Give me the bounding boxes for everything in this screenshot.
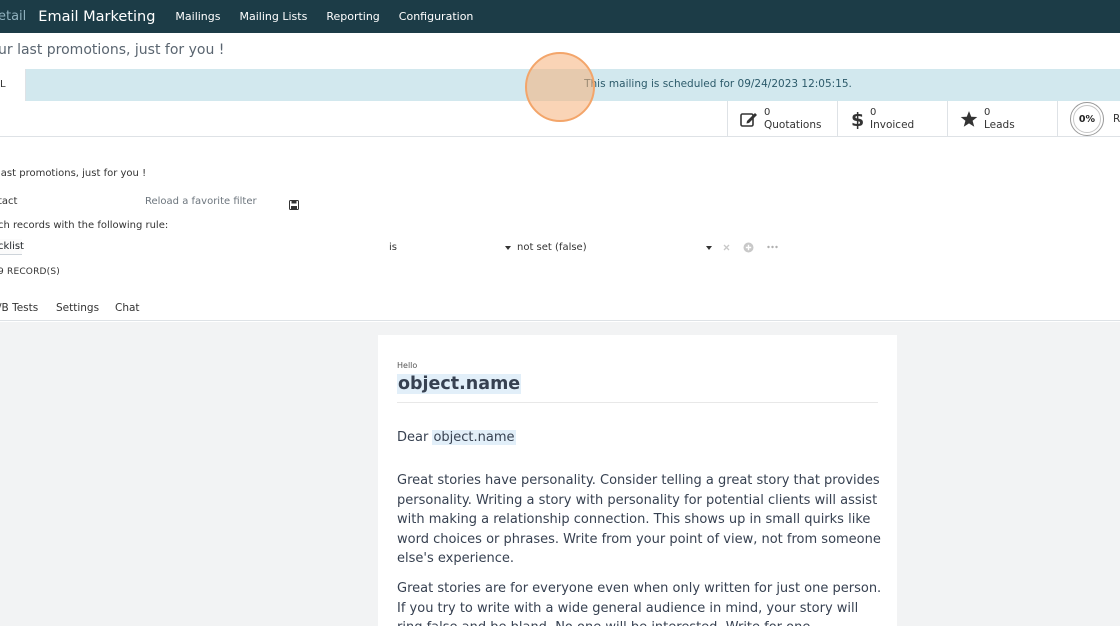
tab-chat[interactable]: Chat bbox=[115, 302, 140, 314]
top-navbar: etail Email Marketing Mailings Mailing L… bbox=[0, 0, 1120, 33]
leads-count: 0 bbox=[984, 107, 991, 118]
percentage-ring[interactable]: 0% bbox=[1070, 102, 1104, 136]
invoiced-count: 0 bbox=[870, 107, 877, 118]
email-paragraph-1[interactable]: Great stories have personality. Consider… bbox=[397, 471, 883, 569]
leads-label: Leads bbox=[984, 119, 1015, 131]
tab-settings[interactable]: Settings bbox=[56, 302, 99, 314]
domain-intro: ch records with the following rule: bbox=[0, 220, 169, 231]
menu-mailing-lists[interactable]: Mailing Lists bbox=[240, 10, 308, 23]
save-filter-icon[interactable] bbox=[289, 200, 299, 210]
menu-reporting[interactable]: Reporting bbox=[326, 10, 379, 23]
email-paragraph-2[interactable]: Great stories are for everyone even when… bbox=[397, 579, 883, 626]
tab-ab-tests[interactable]: /B Tests bbox=[0, 302, 38, 314]
recipients-field[interactable]: tact bbox=[0, 196, 17, 207]
quotations-button[interactable]: 0 Quotations bbox=[727, 101, 837, 137]
email-body[interactable]: Hello object.name Dear object.name Great… bbox=[378, 335, 897, 626]
app-switcher-prev[interactable]: etail bbox=[0, 9, 26, 24]
email-greeting: Hello bbox=[397, 361, 418, 370]
records-count[interactable]: 9 RECORD(S) bbox=[0, 267, 60, 277]
status-tab[interactable]: L bbox=[0, 69, 26, 101]
tour-highlight-circle[interactable] bbox=[525, 52, 595, 122]
percentage-value: 0% bbox=[1073, 105, 1101, 133]
add-rule-icon[interactable] bbox=[743, 242, 754, 253]
menu-configuration[interactable]: Configuration bbox=[399, 10, 474, 23]
favorite-filter-select[interactable]: Reload a favorite filter bbox=[145, 196, 257, 207]
dollar-icon: $ bbox=[851, 109, 864, 129]
operator-dropdown-arrow[interactable] bbox=[505, 246, 511, 250]
star-icon bbox=[960, 111, 978, 127]
quotations-count: 0 bbox=[764, 107, 771, 118]
breadcrumb-title: ur last promotions, just for you ! bbox=[0, 42, 225, 58]
menu-mailings[interactable]: Mailings bbox=[175, 10, 220, 23]
subject-field[interactable]: last promotions, just for you ! bbox=[0, 168, 146, 179]
invoiced-label: Invoiced bbox=[870, 119, 915, 131]
more-options-icon[interactable] bbox=[767, 245, 778, 249]
ratio-label: R bbox=[1113, 113, 1120, 125]
title-divider bbox=[397, 402, 878, 403]
svg-text:$: $ bbox=[851, 109, 864, 129]
rule-value-select[interactable]: not set (false) bbox=[517, 242, 587, 253]
app-name[interactable]: Email Marketing bbox=[38, 9, 155, 25]
email-editor-canvas: Hello object.name Dear object.name Great… bbox=[0, 322, 1120, 626]
value-dropdown-arrow[interactable] bbox=[706, 246, 712, 250]
delete-rule-icon[interactable] bbox=[723, 244, 730, 251]
leads-button[interactable]: 0 Leads bbox=[947, 101, 1057, 137]
email-title-placeholder[interactable]: object.name bbox=[397, 374, 522, 394]
edit-icon bbox=[740, 113, 757, 127]
rule-operator-select[interactable]: is bbox=[389, 242, 397, 253]
salutation-placeholder[interactable]: object.name bbox=[432, 430, 516, 445]
invoiced-button[interactable]: $ 0 Invoiced bbox=[837, 101, 947, 137]
email-salutation[interactable]: Dear object.name bbox=[397, 430, 516, 445]
quotations-label: Quotations bbox=[764, 119, 822, 131]
salutation-text: Dear bbox=[397, 430, 429, 445]
notebook-tabs: /B Tests Settings Chat bbox=[0, 298, 1120, 321]
rule-field-select[interactable]: cklist bbox=[0, 239, 24, 255]
